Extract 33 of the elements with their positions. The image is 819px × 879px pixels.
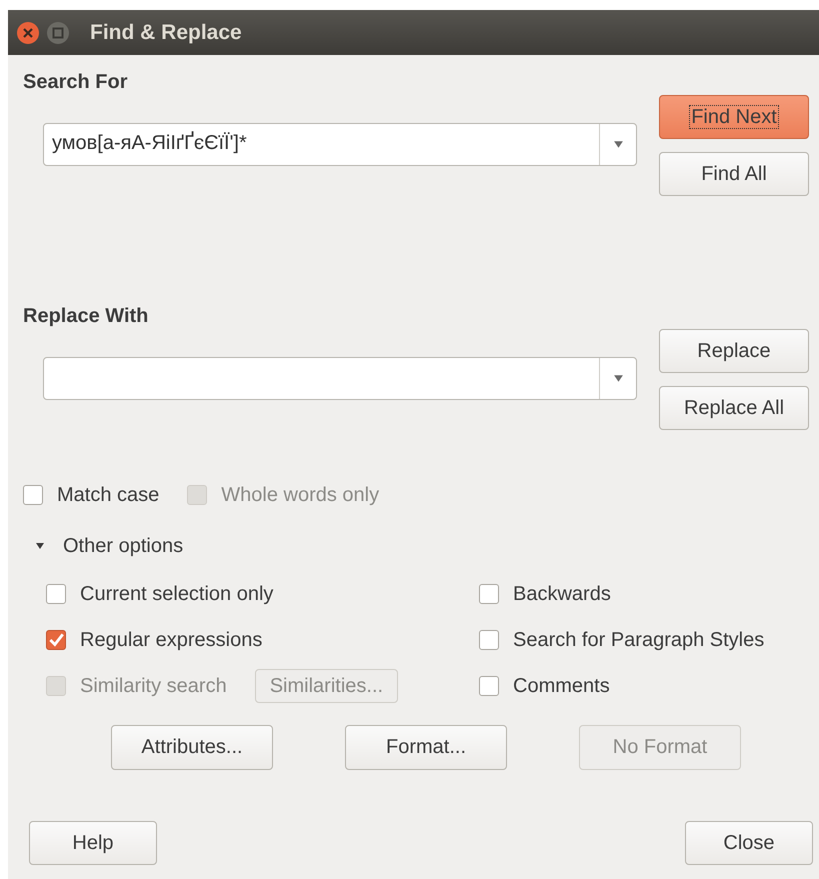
dialog-button[interactable]: Help: [29, 821, 157, 865]
checkbox-label: Match case: [57, 484, 160, 506]
option-button[interactable]: Attributes...: [111, 725, 273, 770]
expander-arrow-icon[interactable]: [35, 541, 45, 551]
search-combobox[interactable]: умов[а-яА-ЯіІґҐєЄїЇ']*: [43, 123, 637, 166]
checkbox[interactable]: [479, 584, 499, 604]
checkbox[interactable]: [46, 584, 66, 604]
checkbox-label: Regular expressions: [80, 628, 262, 652]
checkbox[interactable]: [23, 485, 43, 505]
window-title: Find & Replace: [90, 20, 242, 44]
checkbox-label: Search for Paragraph Styles: [513, 628, 764, 652]
close-icon[interactable]: [16, 20, 40, 44]
checkbox[interactable]: [479, 676, 499, 696]
replace-button[interactable]: Replace All: [659, 386, 809, 430]
checkbox[interactable]: [479, 630, 499, 650]
search-button[interactable]: Find All: [659, 152, 809, 196]
replace-button[interactable]: Replace: [659, 329, 809, 373]
section-label: Replace With: [23, 305, 150, 329]
checkbox-label: Whole words only: [221, 484, 380, 506]
replace-combobox[interactable]: [43, 357, 637, 400]
search-button[interactable]: Find Next: [659, 95, 809, 139]
caret-icon: [612, 140, 624, 149]
checkbox-label: Similarity search: [80, 674, 227, 698]
caret-icon: [612, 374, 624, 383]
checkbox-label: Backwards: [513, 582, 611, 606]
maximize-icon[interactable]: [46, 20, 70, 44]
checkbox[interactable]: [46, 630, 66, 650]
option-button[interactable]: Format...: [345, 725, 507, 770]
checkbox-label: Comments: [513, 674, 610, 698]
section-label: Search For: [23, 71, 128, 95]
checkbox-label: Current selection only: [80, 582, 274, 606]
expander-label[interactable]: Other options: [63, 534, 184, 558]
dialog-button[interactable]: Close: [685, 821, 813, 865]
